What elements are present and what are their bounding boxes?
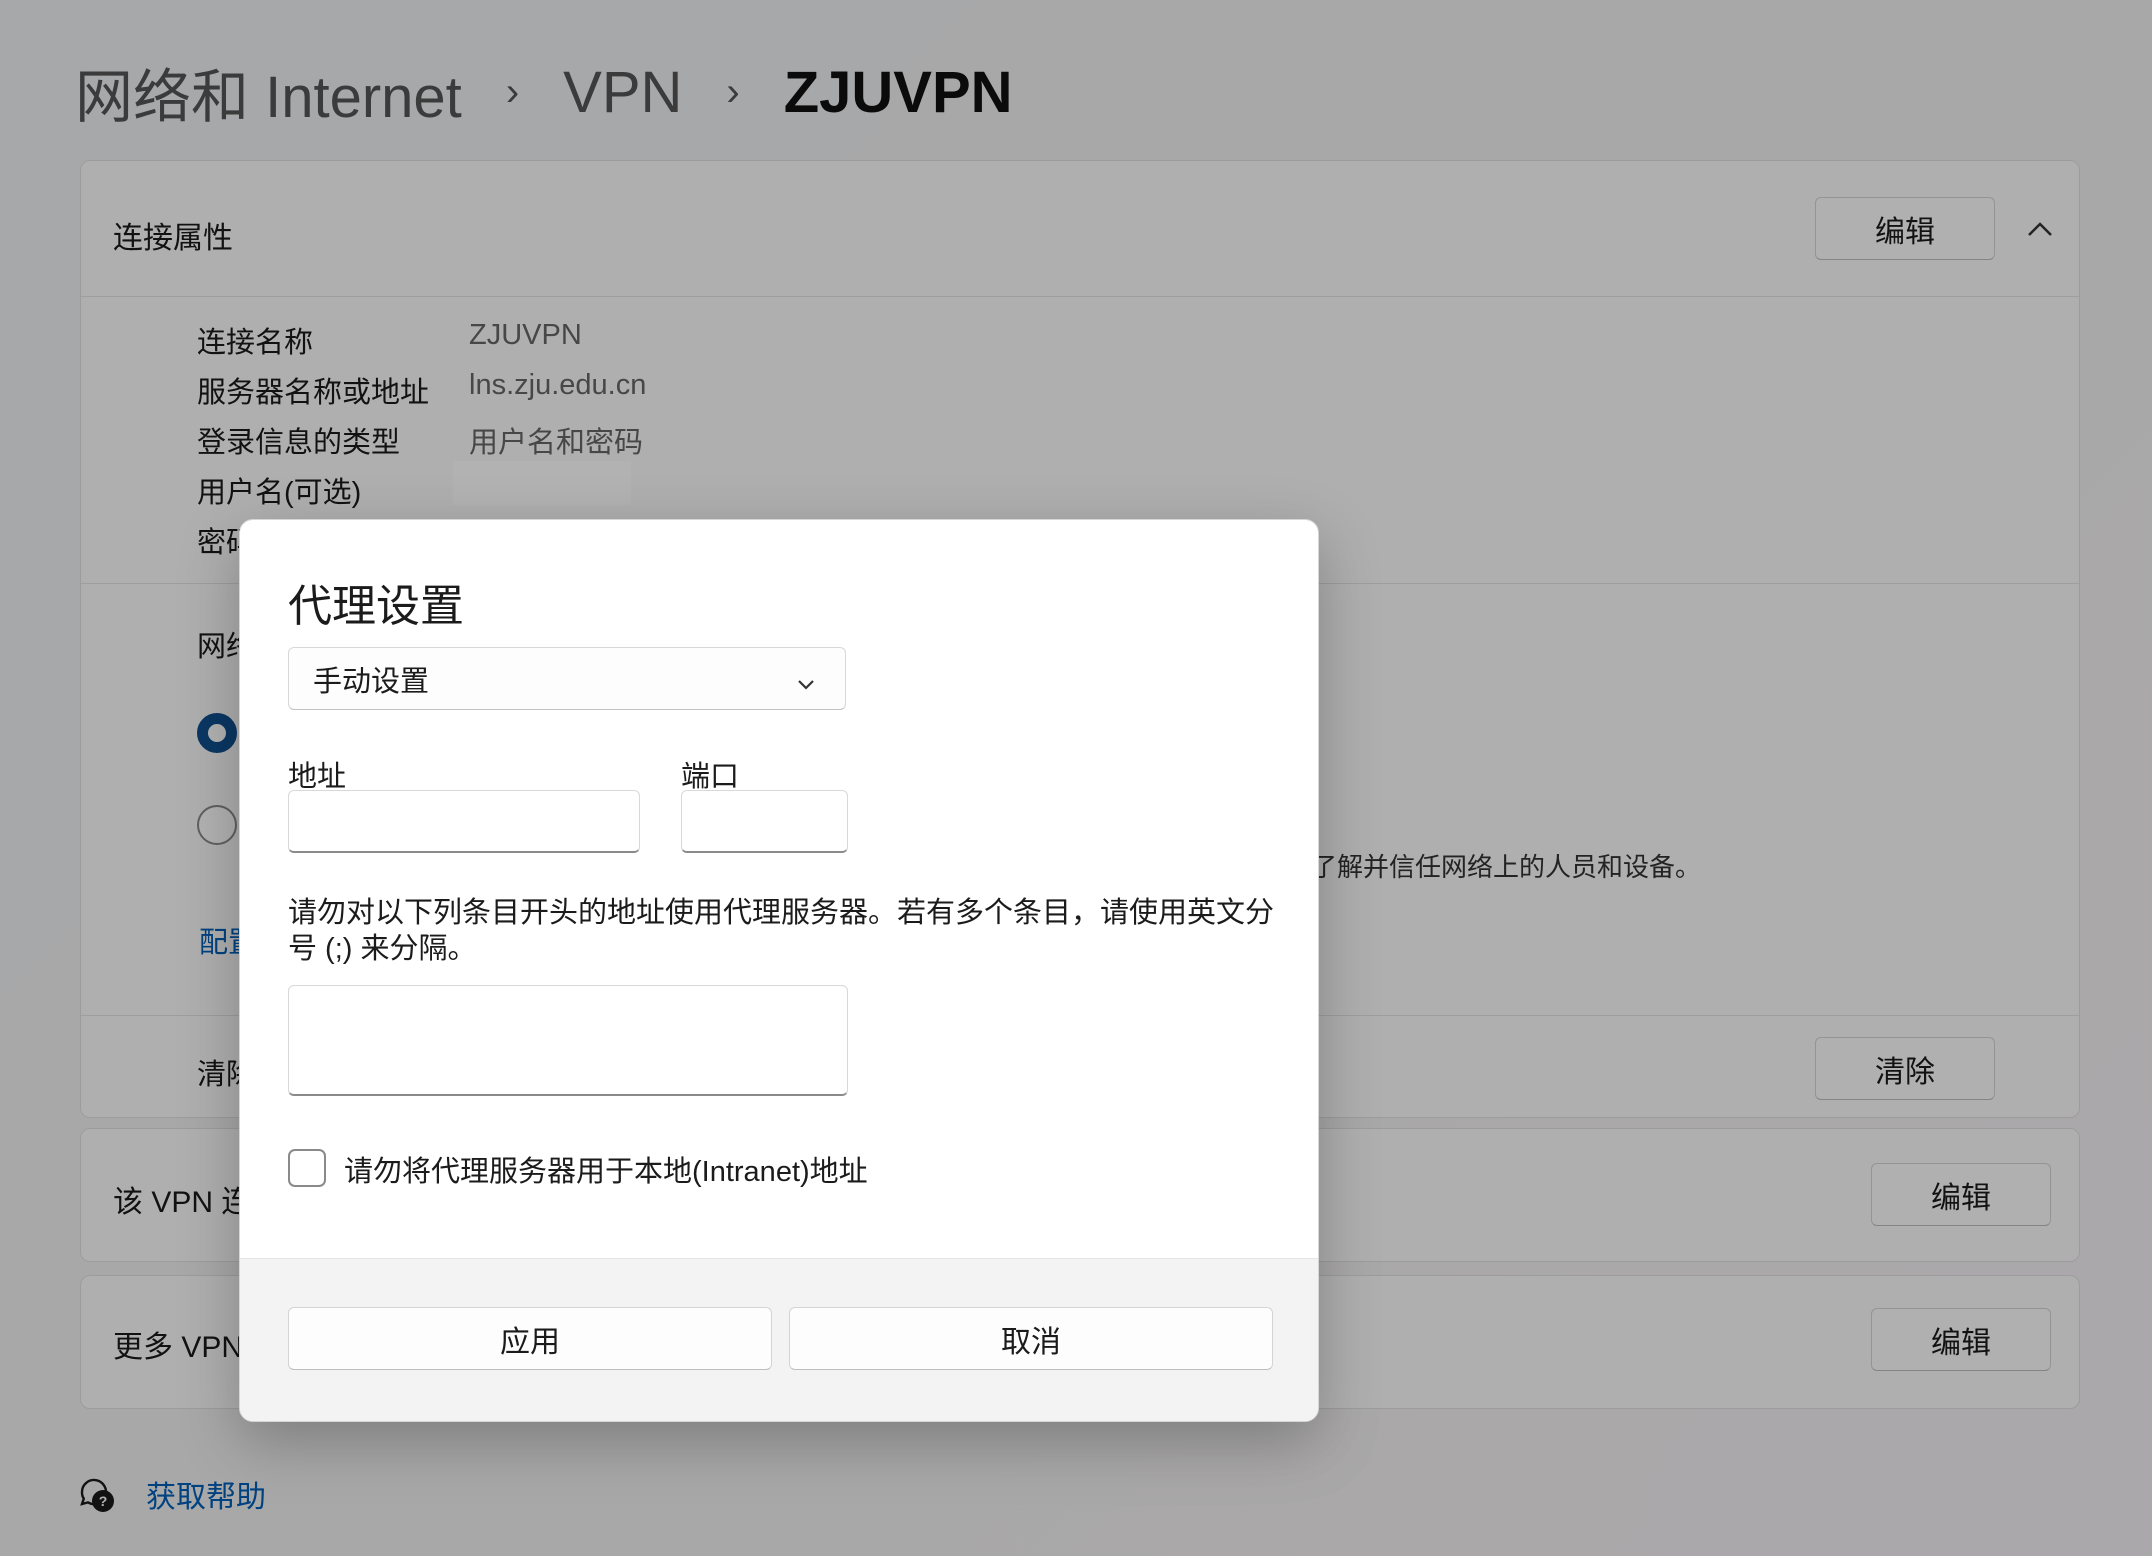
bypass-local-label[interactable]: 请勿将代理服务器用于本地(Intranet)地址 xyxy=(344,1148,868,1190)
cancel-button[interactable]: 取消 xyxy=(789,1307,1273,1370)
proxy-mode-selected: 手动设置 xyxy=(313,665,430,698)
dialog-title: 代理设置 xyxy=(288,582,464,631)
apply-button[interactable]: 应用 xyxy=(288,1307,772,1370)
exceptions-textarea[interactable] xyxy=(288,985,848,1096)
dialog-footer: 应用 取消 xyxy=(240,1258,1318,1421)
port-input[interactable] xyxy=(681,790,848,853)
bypass-local-checkbox[interactable] xyxy=(288,1149,326,1187)
port-label: 端口 xyxy=(681,761,740,793)
address-input[interactable] xyxy=(288,790,640,853)
exceptions-note: 请勿对以下列条目开头的地址使用代理服务器。若有多个条目，请使用英文分号 (;) … xyxy=(288,897,1275,965)
address-label: 地址 xyxy=(288,761,347,793)
proxy-mode-dropdown[interactable]: 手动设置 xyxy=(288,647,846,710)
proxy-settings-dialog: 代理设置 手动设置 地址 端口 请勿对以下列条目开头的地址使用代理服务器。若有多… xyxy=(239,519,1319,1422)
chevron-down-icon xyxy=(795,669,817,702)
